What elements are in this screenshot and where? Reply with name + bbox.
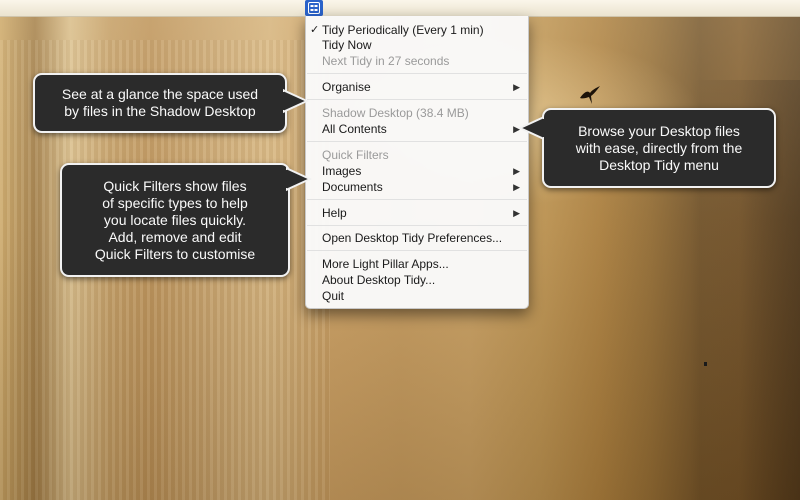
callout-line: See at a glance the space used <box>61 86 259 102</box>
callout-line: Desktop Tidy menu <box>599 156 719 173</box>
menu-item-tidy-now[interactable]: Tidy Now <box>306 37 528 53</box>
menu-item-images[interactable]: Images ▶ <box>306 163 528 179</box>
menu-separator <box>307 250 527 251</box>
menu-item-organise[interactable]: Organise ▶ <box>306 79 528 95</box>
mouse-cursor <box>704 362 707 366</box>
callout-shadow-desktop: See at a glance the space used by files … <box>33 73 287 133</box>
callout-line: Add, remove and edit <box>108 228 242 245</box>
menu-separator <box>307 99 527 100</box>
desktop-tidy-menu: ✓ Tidy Periodically (Every 1 min) Tidy N… <box>305 16 529 309</box>
menu-item-shadow-desktop: Shadow Desktop (38.4 MB) <box>322 106 469 120</box>
menu-separator <box>307 141 527 142</box>
menu-separator <box>307 199 527 200</box>
submenu-arrow-icon: ▶ <box>513 166 520 176</box>
callout-line: with ease, directly from the <box>575 139 743 156</box>
callout-line: Quick Filters show files <box>103 177 247 194</box>
callout-line: of specific types to help <box>102 194 248 211</box>
callout-line: by files in the Shadow Desktop <box>64 103 256 119</box>
checkmark-icon: ✓ <box>310 24 320 36</box>
submenu-arrow-icon: ▶ <box>513 208 520 218</box>
desktop-tidy-status-item[interactable] <box>305 0 323 16</box>
callout-quick-filters: Quick Filters show files of specific typ… <box>60 163 290 277</box>
menu-item-about[interactable]: About Desktop Tidy... <box>306 272 528 288</box>
callout-line: you locate files quickly. <box>103 211 247 228</box>
callout-pointer <box>283 88 309 114</box>
callout-pointer <box>518 115 544 141</box>
submenu-arrow-icon: ▶ <box>513 182 520 192</box>
menu-item-help[interactable]: Help ▶ <box>306 205 528 221</box>
menu-item-next-tidy: Next Tidy in 27 seconds <box>322 54 450 68</box>
callout-pointer <box>286 166 312 192</box>
menu-separator <box>307 73 527 74</box>
desktop-tidy-icon <box>308 2 320 14</box>
callout-line: Quick Filters to customise <box>94 245 256 262</box>
menu-item-more-apps[interactable]: More Light Pillar Apps... <box>306 256 528 272</box>
callout-line: Browse your Desktop files <box>578 122 740 139</box>
menu-item-tidy-periodically[interactable]: ✓ Tidy Periodically (Every 1 min) <box>306 22 528 38</box>
menu-item-preferences[interactable]: Open Desktop Tidy Preferences... <box>306 230 528 246</box>
menu-item-all-contents[interactable]: All Contents ▶ <box>306 121 528 137</box>
callout-browse: Browse your Desktop files with ease, dir… <box>542 108 776 188</box>
menu-bar <box>0 0 800 17</box>
menu-item-quick-filters-header: Quick Filters <box>322 148 389 162</box>
menu-item-quit[interactable]: Quit <box>306 288 528 304</box>
submenu-arrow-icon: ▶ <box>513 82 520 92</box>
menu-item-documents[interactable]: Documents ▶ <box>306 179 528 195</box>
menu-separator <box>307 225 527 226</box>
